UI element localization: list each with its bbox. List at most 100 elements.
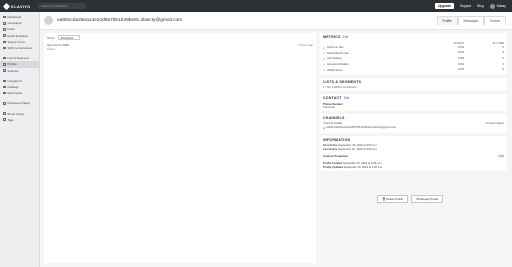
metric-30-days: 0.0% bbox=[457, 68, 464, 72]
logo-text: KLAVIYO bbox=[11, 3, 31, 9]
template-icon bbox=[3, 34, 6, 37]
sidebar-item-label: Tags bbox=[7, 117, 14, 122]
tab-scores[interactable]: Scores bbox=[484, 16, 506, 25]
table-row[interactable]: ✓ HPRS Score 0.0% 0 bbox=[323, 67, 504, 73]
first-active-label: First Active bbox=[323, 144, 338, 148]
col-30-days: 30 DAYS bbox=[453, 41, 464, 45]
sidebar-item-label: Signup Forms bbox=[7, 39, 25, 44]
metric-label: Active on Site bbox=[327, 46, 344, 50]
metric-all-time: 0 bbox=[502, 68, 505, 72]
manage-profile-button[interactable]: ⚙ Manage Profile bbox=[411, 195, 444, 203]
search-input[interactable]: Search for anything bbox=[38, 3, 86, 9]
contact-card: CONTACT Edit Phone Number Subscribe bbox=[320, 93, 507, 111]
metrics-card: METRICS Edit 30 DAYS ALL TIME ✓ Active on… bbox=[320, 33, 507, 75]
metric-name: ✓ Job Viewing bbox=[323, 57, 434, 61]
metrics-title: METRICS bbox=[323, 35, 341, 39]
metric-30-days: 0.0% bbox=[457, 62, 464, 66]
lists-header: LISTS & SEGMENTS bbox=[323, 80, 504, 84]
metric-name-header bbox=[323, 42, 434, 45]
channels-title: CHANNELS bbox=[323, 115, 345, 120]
table-row[interactable]: ✓ Subscribed to List 0.0% 0 bbox=[323, 51, 504, 57]
user-menu[interactable]: Klassy bbox=[489, 3, 506, 9]
table-row[interactable]: ✓ Active on Site 0.0% 0 bbox=[323, 45, 504, 51]
metric-all-time: 0 bbox=[502, 51, 505, 55]
manage-profile-label: Manage Profile bbox=[419, 197, 439, 201]
list-icon bbox=[3, 56, 6, 60]
contact-edit-link[interactable]: Edit bbox=[344, 96, 350, 100]
metrics-table: 30 DAYS ALL TIME ✓ Active on Site 0.0% 0 ✓ Su… bbox=[323, 41, 504, 73]
channel-email: ea691c0a25ea14e24d5575b1b49be8c.diascty@… bbox=[326, 126, 397, 130]
avatar bbox=[489, 3, 495, 9]
metric-all-time: 0 bbox=[502, 45, 505, 49]
top-navigation-bar: KLAVIYO Search for anything Upgrade Supp… bbox=[0, 0, 512, 12]
filter-label: Show bbox=[47, 35, 55, 40]
tab-profile[interactable]: Profile bbox=[436, 16, 458, 25]
logo[interactable]: KLAVIYO bbox=[0, 2, 38, 10]
contact-header: CONTACT Edit bbox=[323, 96, 504, 100]
sidebar: Dashboard Campaigns Flows Email Templates Si… bbox=[0, 12, 40, 267]
table-row[interactable]: ✓ Account Activation 0.0% 0 bbox=[323, 62, 504, 68]
delete-profile-button[interactable]: 🗑 Delete Profile bbox=[377, 195, 409, 203]
lists-text[interactable]: 1 / Top 3 HPR to Customers bbox=[323, 86, 504, 89]
metric-all-time: 0 bbox=[502, 62, 505, 66]
upgrade-button[interactable]: Upgrade bbox=[435, 3, 455, 9]
metric-name: ✓ Subscribed to List bbox=[323, 51, 434, 55]
profile-header: ea691c0a25ea14e24d5575b1b49be8c.diascty@… bbox=[40, 12, 512, 30]
support-link[interactable]: Support bbox=[460, 4, 471, 8]
metric-all-time: 0 bbox=[502, 56, 505, 60]
check-icon: ✓ bbox=[323, 62, 326, 67]
logo-mark-icon bbox=[2, 2, 11, 10]
check-icon: ✓ bbox=[323, 56, 326, 61]
profile-created-value: September 15, 2023 at 3:06 a.m. bbox=[342, 161, 383, 165]
check-icon: ✓ bbox=[323, 45, 326, 50]
table-row[interactable]: ✓ Job Viewing 0.0% 0 bbox=[323, 56, 504, 62]
sidebar-item-label: Preference Pages bbox=[7, 101, 30, 106]
flow-icon bbox=[3, 28, 6, 31]
sidebar-item-label: Flows bbox=[7, 27, 15, 32]
list-item[interactable]: Opt Out for SMS Pursuit 7 hours ago bbox=[44, 42, 316, 52]
metric-label: HPRS Score bbox=[327, 68, 343, 72]
metrics-header: METRICS Edit bbox=[323, 35, 504, 39]
profile-icon bbox=[3, 63, 6, 66]
add-property-link[interactable]: Add bbox=[498, 154, 504, 158]
event-main: Opt Out for SMS Pursuit bbox=[47, 43, 69, 51]
metric-30-days: 0.0% bbox=[457, 56, 464, 60]
catalog-icon bbox=[3, 85, 6, 89]
sidebar-item-label: Profiles bbox=[7, 62, 17, 67]
profile-updated: Profile Updated September 15, 2023 at 3:… bbox=[323, 165, 504, 169]
check-icon: ✓ bbox=[323, 68, 326, 73]
last-active-label: Last Active bbox=[323, 148, 338, 152]
page-title: ea691c0a25ea14e24d5575b1b49be8c.diascty@… bbox=[57, 18, 183, 23]
lists-segments-card: LISTS & SEGMENTS 1 / Top 3 HPR to Custom… bbox=[320, 77, 507, 91]
activity-feed-panel: Show All Metrics Opt Out for SMS Pursuit… bbox=[44, 33, 316, 263]
library-icon bbox=[3, 112, 6, 115]
channels-card: CHANNELS Channel Details Consent Status … bbox=[320, 113, 507, 133]
sidebar-item-label: Analytics bbox=[7, 68, 19, 73]
sidebar-item-label: Brand Library bbox=[7, 111, 25, 116]
tag-icon bbox=[3, 118, 6, 121]
profile-details-column: METRICS Edit 30 DAYS ALL TIME ✓ Active on… bbox=[320, 33, 507, 174]
information-title: INFORMATION bbox=[323, 137, 351, 142]
metrics-edit-link[interactable]: Edit bbox=[343, 35, 349, 39]
sidebar-item-label: Data Feeds bbox=[7, 91, 22, 96]
last-active: Last Active September 15, 2023 at 3:06 a… bbox=[323, 148, 504, 152]
metric-rows: ✓ Active on Site 0.0% 0 ✓ Subscribed to List 0… bbox=[323, 45, 504, 73]
sidebar-item-tags[interactable]: Tags bbox=[0, 117, 39, 123]
sidebar-item-label: SMS Conversations bbox=[7, 46, 33, 51]
information-header: INFORMATION bbox=[323, 138, 504, 142]
sidebar-item-label: Campaigns bbox=[7, 21, 22, 26]
profile-avatar bbox=[44, 16, 53, 25]
form-icon bbox=[3, 40, 6, 44]
event-title: Opt Out for SMS bbox=[47, 43, 70, 47]
metric-label: Account Activation bbox=[327, 63, 349, 67]
col-all-time: ALL TIME bbox=[492, 41, 504, 45]
sidebar-item-label: Lists & Segments bbox=[7, 56, 30, 61]
blog-link[interactable]: Blog bbox=[477, 4, 483, 8]
first-active-value: September 15, 2023 at 3:06 a.m. bbox=[338, 144, 378, 148]
event-subtitle: Pursuit bbox=[47, 48, 56, 51]
check-icon: ✓ bbox=[323, 51, 326, 56]
tab-messages[interactable]: Messages bbox=[457, 16, 485, 25]
delete-profile-label: Delete Profile bbox=[386, 197, 404, 201]
top-right-actions: Upgrade Support Blog Klassy bbox=[435, 3, 512, 9]
metric-filter-select[interactable]: All Metrics bbox=[57, 35, 80, 40]
